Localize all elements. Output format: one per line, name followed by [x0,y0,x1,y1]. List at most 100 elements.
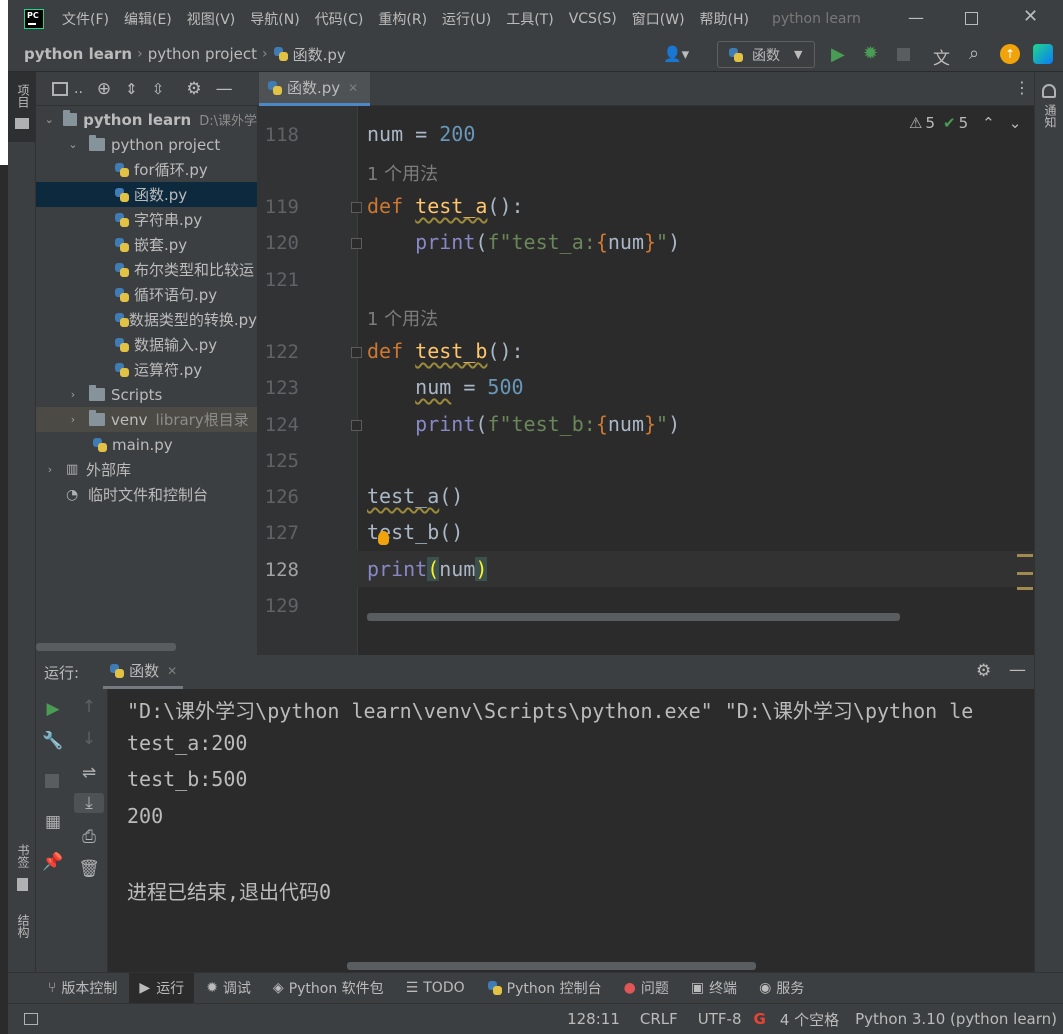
horizontal-scrollbar[interactable] [367,613,900,621]
gear-icon[interactable]: ⚙ [976,661,991,681]
tree-item-scratches[interactable]: ◔ 临时文件和控制台 [36,482,257,507]
notifications-tool-tab[interactable]: 通知 [1042,104,1059,128]
menu-view[interactable]: 视图(V) [187,9,236,29]
horizontal-scrollbar[interactable] [36,643,176,651]
google-icon[interactable]: G [754,1010,766,1028]
usage-hint[interactable]: 1 个用法 [367,160,438,186]
debug-bug-icon[interactable]: ✹ [863,43,878,64]
tree-item-python-project[interactable]: ⌄ python project [36,132,257,157]
previous-highlight-icon[interactable]: ⌃ [982,114,995,132]
inspection-widget[interactable]: ⚠ 5 ✔ 5 ⌃ ⌄ [909,114,1021,132]
pin-icon[interactable]: 📌 [38,852,68,872]
tree-item-file-selected[interactable]: 函数.py [36,182,257,207]
collapse-all-icon[interactable]: ⇳ [152,80,165,98]
code-editor[interactable]: 函数.py ✕ ⋮ ⚠ 5 ✔ 5 ⌃ ⌄ 118 119 120 121 12… [257,72,1034,655]
rerun-icon[interactable]: ▶ [38,699,68,719]
fold-marker-icon[interactable] [351,347,362,358]
python-interpreter[interactable]: Python 3.10 (python learn) [855,1010,1057,1028]
layout-icon[interactable]: ▦ [38,812,68,832]
tree-item-file[interactable]: 数据类型的转换.py [36,307,257,332]
project-tool-tab[interactable]: 项目 [15,84,32,108]
menu-vcs[interactable]: VCS(S) [569,11,617,27]
next-highlight-icon[interactable]: ⌄ [1009,114,1022,132]
menu-window[interactable]: 窗口(W) [632,9,685,29]
tree-item-external-libraries[interactable]: › ▥ 外部库 [36,457,257,482]
locate-icon[interactable]: ⊕ [97,79,111,99]
arrow-down-icon[interactable]: ↓ [74,729,104,749]
maximize-icon[interactable] [965,12,978,25]
error-stripe-mark[interactable] [1017,554,1033,557]
menu-file[interactable]: 文件(F) [62,9,109,29]
stop-icon[interactable] [897,48,910,61]
menu-edit[interactable]: 编辑(E) [124,9,172,29]
toggle-tool-windows-icon[interactable] [24,1013,38,1025]
tab-python-console[interactable]: Python 控制台 [487,973,602,1004]
more-options-icon[interactable]: ⋮ [1014,78,1030,97]
trash-icon[interactable]: 🗑 [74,859,104,879]
tree-item-scripts[interactable]: › Scripts [36,382,257,407]
error-stripe-mark[interactable] [1017,587,1033,590]
fold-marker-icon[interactable] [351,420,362,431]
close-tab-icon[interactable]: ✕ [167,664,177,678]
tree-item-file[interactable]: 嵌套.py [36,232,257,257]
tab-run[interactable]: ▶ 运行 [129,972,195,1004]
tree-item-file[interactable]: 循环语句.py [36,282,257,307]
tab-services[interactable]: ◉ 服务 [759,973,804,1004]
tree-item-file[interactable]: 运算符.py [36,357,257,382]
breadcrumb-file[interactable]: 函数.py [293,44,346,65]
usage-hint[interactable]: 1 个用法 [367,305,438,331]
gear-icon[interactable]: ⚙ [186,79,201,99]
breadcrumb-project[interactable]: python learn [24,45,132,63]
line-separator[interactable]: CRLF [640,1010,678,1028]
soft-wrap-icon[interactable]: ⇌ [74,763,104,783]
tree-item-file[interactable]: 布尔类型和比较运 [36,257,257,282]
indent-setting[interactable]: 4 个空格 [780,1009,839,1030]
error-stripe-mark[interactable] [1017,572,1033,575]
menu-help[interactable]: 帮助(H) [700,9,749,29]
menu-tools[interactable]: 工具(T) [506,9,553,29]
breadcrumb-folder[interactable]: python project [148,45,257,63]
hide-icon[interactable]: — [1009,660,1026,680]
tree-item-file[interactable]: main.py [36,432,257,457]
hide-icon[interactable]: — [216,79,233,99]
fold-marker-icon[interactable] [351,202,362,213]
fold-marker-icon[interactable] [351,238,362,249]
caret-position[interactable]: 128:11 [567,1010,620,1028]
editor-tab-active[interactable]: 函数.py ✕ [259,72,370,106]
tab-terminal[interactable]: ▣ 终端 [691,973,737,1004]
menu-run[interactable]: 运行(U) [442,9,491,29]
tab-version-control[interactable]: ⑂ 版本控制 [48,973,117,1004]
search-icon[interactable]: ⌕ [969,43,979,64]
structure-tool-tab[interactable]: 结构 [15,914,32,938]
file-encoding[interactable]: UTF-8 [698,1010,742,1028]
scroll-to-end-icon[interactable]: ⤓ [74,793,104,813]
close-icon[interactable]: ✕ [1023,6,1038,27]
tab-debug[interactable]: ✹ 调试 [206,973,251,1004]
tree-item-file[interactable]: 字符串.py [36,207,257,232]
bookmarks-tool-tab[interactable]: 书签 [15,844,32,868]
run-configuration-select[interactable]: 函数 ▼ [717,41,815,68]
tab-todo[interactable]: ☰ TODO [406,973,465,1004]
user-account-icon[interactable]: 👤▾ [663,45,689,63]
stop-icon[interactable] [45,774,59,788]
print-icon[interactable]: ⎙ [74,827,104,847]
arrow-up-icon[interactable]: ↑ [74,697,104,717]
expand-all-icon[interactable]: ⇕ [125,80,138,98]
menu-refactor[interactable]: 重构(R) [378,9,427,29]
menu-navigate[interactable]: 导航(N) [250,9,299,29]
menu-code[interactable]: 代码(C) [315,9,364,29]
tree-item-file[interactable]: 数据输入.py [36,332,257,357]
tab-problems[interactable]: ● 问题 [624,973,669,1004]
minimize-icon[interactable]: — [908,8,924,27]
run-tab[interactable]: 函数 ✕ [103,655,184,689]
run-icon[interactable]: ▶ [831,44,845,65]
update-icon[interactable]: ↑ [1000,44,1020,64]
tab-python-packages[interactable]: ◈ Python 软件包 [273,973,384,1004]
tree-item-python-learn[interactable]: ⌄ python learn D:\课外学 [36,107,257,132]
project-view-label[interactable]: .. [74,81,83,97]
translate-icon[interactable]: 文 [933,44,950,69]
tree-item-file[interactable]: for循环.py [36,157,257,182]
close-tab-icon[interactable]: ✕ [348,81,358,95]
tree-item-venv[interactable]: › venv library根目录 [36,407,257,432]
lightbulb-icon[interactable] [378,531,389,545]
